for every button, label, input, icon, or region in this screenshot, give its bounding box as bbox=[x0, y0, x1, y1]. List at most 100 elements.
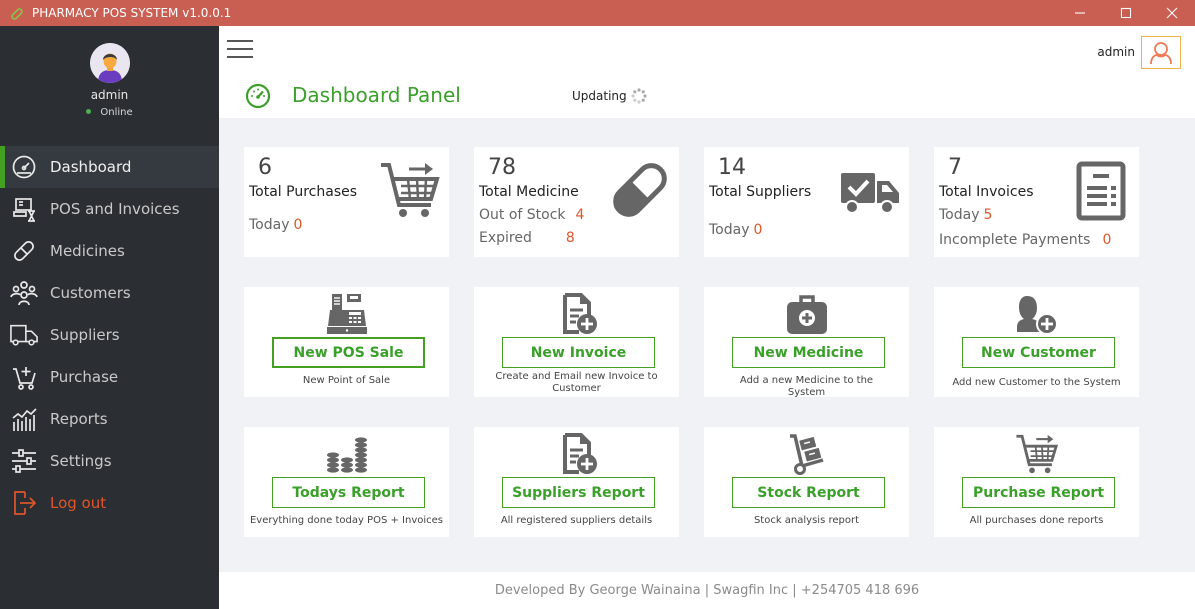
cash-register-icon bbox=[326, 294, 367, 334]
sidebar-item-label: Settings bbox=[50, 452, 112, 470]
user-menu-button[interactable] bbox=[1141, 36, 1181, 69]
user-avatar-icon bbox=[90, 43, 130, 83]
stat-card-invoices[interactable]: 7 Total Invoices Today 5 Incomplete Payme… bbox=[934, 147, 1139, 257]
window-title: PHARMACY POS SYSTEM v1.0.0.1 bbox=[32, 6, 232, 20]
action-description: Create and Email new Invoice to Customer bbox=[495, 371, 658, 394]
sliders-icon bbox=[10, 447, 38, 475]
action-description: All purchases done reports bbox=[969, 515, 1104, 526]
stat-line: Out of Stock 4 bbox=[479, 207, 585, 223]
sidebar-item-label: POS and Invoices bbox=[50, 200, 180, 218]
sidebar-item-label: Dashboard bbox=[50, 158, 132, 176]
sidebar-item-label: Purchase bbox=[50, 368, 119, 386]
sidebar-item-label: Medicines bbox=[50, 242, 125, 260]
stat-line: Today 0 bbox=[709, 222, 763, 238]
pill-icon bbox=[10, 237, 38, 265]
profile-name: admin bbox=[90, 88, 129, 102]
action-card-new-medicine: New Medicine Add a new Medicine to the S… bbox=[704, 287, 909, 398]
close-button[interactable] bbox=[1149, 0, 1195, 26]
action-description: Add new Customer to the System bbox=[952, 377, 1121, 388]
action-description: New Point of Sale bbox=[302, 375, 391, 386]
sidebar-item-label: Suppliers bbox=[50, 326, 120, 344]
new-invoice-button[interactable]: New Invoice bbox=[502, 337, 655, 368]
current-user-label: admin bbox=[1097, 45, 1135, 59]
sidebar-item-pos-invoices[interactable]: POS and Invoices bbox=[0, 188, 219, 230]
new-customer-button[interactable]: New Customer bbox=[962, 337, 1115, 368]
footer-credits: Developed By George Wainaina | Swagfin I… bbox=[219, 572, 1195, 609]
sidebar-item-medicines[interactable]: Medicines bbox=[0, 230, 219, 272]
action-card-stock-report: Stock Report Stock analysis report bbox=[704, 427, 909, 537]
coin-stacks-icon bbox=[326, 437, 367, 473]
pos-invoice-icon bbox=[10, 195, 38, 223]
people-icon bbox=[10, 279, 38, 307]
cart-plus-icon bbox=[10, 363, 38, 391]
invoice-document-icon bbox=[1076, 161, 1126, 221]
stat-value: 7 bbox=[948, 155, 962, 180]
sidebar-item-purchase[interactable]: Purchase bbox=[0, 356, 219, 398]
stat-card-purchases[interactable]: 6 Total Purchases Today 0 bbox=[244, 147, 449, 257]
profile-section: admin Online bbox=[0, 26, 219, 146]
sidebar-item-customers[interactable]: Customers bbox=[0, 272, 219, 314]
logout-icon bbox=[10, 489, 38, 517]
app-pill-icon bbox=[10, 6, 24, 20]
update-status-text: Updating bbox=[572, 89, 627, 103]
stat-value: 78 bbox=[488, 155, 516, 180]
stat-line: Incomplete Payments 0 bbox=[939, 232, 1112, 248]
user-icon bbox=[1150, 41, 1172, 64]
hamburger-icon bbox=[227, 40, 253, 42]
sidebar-item-settings[interactable]: Settings bbox=[0, 440, 219, 482]
main-header: admin Dashboard Panel Updating bbox=[219, 26, 1195, 118]
sidebar-item-dashboard[interactable]: Dashboard bbox=[0, 146, 219, 188]
shopping-cart-icon bbox=[381, 163, 440, 217]
stat-label: Total Invoices bbox=[939, 184, 1034, 200]
minimize-button[interactable] bbox=[1057, 0, 1103, 26]
action-description: Add a new Medicine to the System bbox=[739, 375, 874, 398]
sidebar-item-label: Log out bbox=[50, 494, 107, 512]
add-user-icon bbox=[1016, 296, 1058, 335]
sidebar-item-logout[interactable]: Log out bbox=[0, 482, 219, 524]
stat-value: 6 bbox=[258, 155, 272, 180]
minimize-icon bbox=[1075, 12, 1085, 14]
maximize-button[interactable] bbox=[1103, 0, 1149, 26]
suppliers-report-button[interactable]: Suppliers Report bbox=[502, 477, 655, 508]
action-card-suppliers-report: Suppliers Report All registered supplier… bbox=[474, 427, 679, 537]
purchase-report-button[interactable]: Purchase Report bbox=[962, 477, 1115, 508]
action-card-new-customer: New Customer Add new Customer to the Sys… bbox=[934, 287, 1139, 397]
menu-toggle-button[interactable] bbox=[221, 33, 259, 65]
delivery-truck-icon bbox=[841, 173, 899, 214]
avatar bbox=[90, 43, 130, 83]
sidebar-nav: Dashboard POS and Invoices Medicines Cus… bbox=[0, 146, 219, 524]
close-icon bbox=[1166, 7, 1178, 19]
action-description: Stock analysis report bbox=[753, 515, 860, 526]
stat-label: Total Suppliers bbox=[709, 184, 812, 200]
maximize-icon bbox=[1120, 7, 1132, 19]
stat-line: Expired 8 bbox=[479, 230, 575, 246]
todays-report-button[interactable]: Todays Report bbox=[272, 477, 425, 508]
action-card-purchase-report: Purchase Report All purchases done repor… bbox=[934, 427, 1139, 537]
stat-card-suppliers[interactable]: 14 Total Suppliers Today 0 bbox=[704, 147, 909, 257]
page-title: Dashboard Panel bbox=[292, 83, 461, 107]
stat-label: Total Medicine bbox=[479, 184, 579, 200]
sidebar: admin Online Dashboard POS and Invoices … bbox=[0, 26, 219, 609]
sidebar-item-label: Reports bbox=[50, 410, 108, 428]
status-dot-icon bbox=[86, 108, 92, 114]
stat-card-medicine[interactable]: 78 Total Medicine Out of Stock 4 Expired 8 bbox=[474, 147, 679, 257]
action-description: Everything done today POS + Invoices bbox=[249, 515, 443, 526]
stat-line: Today 5 bbox=[939, 207, 993, 223]
new-medicine-button[interactable]: New Medicine bbox=[732, 337, 885, 368]
online-status: Online bbox=[0, 107, 219, 118]
new-pos-sale-button[interactable]: New POS Sale bbox=[272, 337, 425, 368]
action-card-todays-report: Todays Report Everything done today POS … bbox=[244, 427, 449, 537]
sidebar-item-label: Customers bbox=[50, 284, 131, 302]
action-description: All registered suppliers details bbox=[500, 515, 653, 526]
stat-label: Total Purchases bbox=[249, 184, 358, 200]
chart-bars-icon bbox=[10, 405, 38, 433]
shopping-cart-icon bbox=[1015, 434, 1058, 474]
dashboard-gauge-icon bbox=[10, 153, 38, 181]
stat-line: Today 0 bbox=[249, 217, 303, 233]
medical-kit-icon bbox=[786, 295, 827, 334]
sidebar-item-suppliers[interactable]: Suppliers bbox=[0, 314, 219, 356]
stat-value: 14 bbox=[718, 155, 746, 180]
stock-report-button[interactable]: Stock Report bbox=[732, 477, 885, 508]
title-bar: PHARMACY POS SYSTEM v1.0.0.1 bbox=[0, 0, 1195, 26]
sidebar-item-reports[interactable]: Reports bbox=[0, 398, 219, 440]
